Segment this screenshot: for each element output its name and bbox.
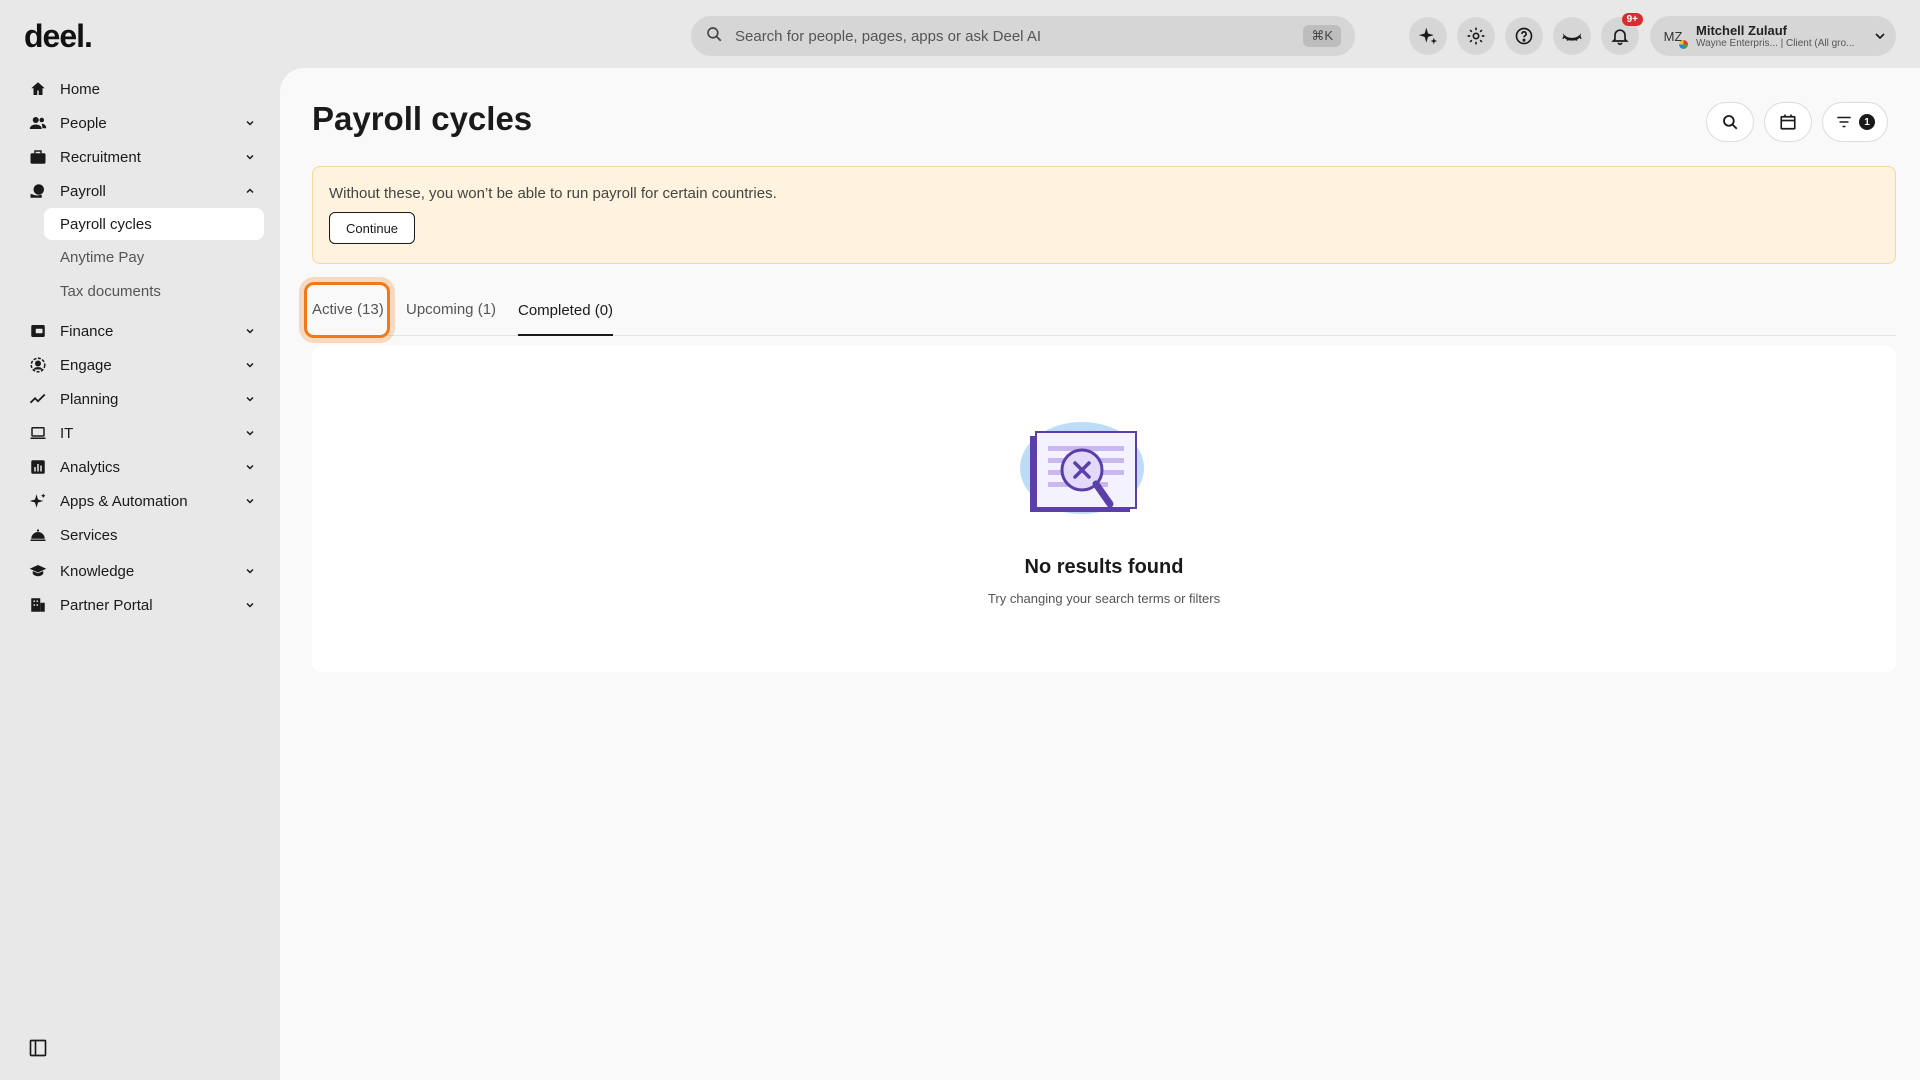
- people-icon: [28, 113, 48, 133]
- search-shortcut: ⌘K: [1303, 25, 1341, 47]
- banner-text: Without these, you won’t be able to run …: [329, 185, 777, 202]
- privacy-mode-button[interactable]: [1553, 17, 1591, 55]
- finance-icon: [28, 321, 48, 341]
- tab-completed[interactable]: Completed (0): [518, 286, 614, 336]
- calendar-icon: [1780, 114, 1796, 130]
- avatar: MZ: [1658, 21, 1688, 51]
- chevron-down-icon: [246, 396, 254, 402]
- filter-icon: [1837, 116, 1851, 128]
- cycle-tabs: Active (13) Upcoming (1) Completed (0): [304, 282, 1896, 338]
- bell-icon: [1611, 29, 1629, 46]
- analytics-icon: [28, 457, 48, 477]
- sidebar-item-finance[interactable]: Finance: [0, 314, 280, 348]
- sidebar-item-label: Partner Portal: [60, 596, 153, 614]
- sparkle-icon: [28, 491, 48, 511]
- sidebar-item-engage[interactable]: Engage: [0, 348, 280, 382]
- chevron-down-icon: [246, 498, 254, 504]
- no-results-illustration: [1018, 418, 1150, 533]
- sidebar-item-it[interactable]: IT: [0, 416, 280, 450]
- sidebar-item-analytics[interactable]: Analytics: [0, 450, 280, 484]
- planning-icon: [28, 389, 48, 409]
- help-icon: [1515, 27, 1533, 45]
- sidebar-item-label: IT: [60, 424, 74, 442]
- search-placeholder[interactable]: Search for people, pages, apps or ask De…: [735, 28, 1303, 45]
- gear-icon: [1467, 27, 1485, 45]
- sidebar-item-label: Services: [60, 526, 118, 544]
- chevron-down-icon: [246, 602, 254, 608]
- sidebar-item-apps-automation[interactable]: Apps & Automation: [0, 484, 280, 518]
- filter-count-badge: 1: [1859, 114, 1875, 130]
- results-card: No results found Try changing your searc…: [312, 346, 1896, 672]
- sidebar-subitem-anytime-pay[interactable]: Anytime Pay: [44, 240, 264, 274]
- notifications-badge: 9+: [1621, 13, 1643, 26]
- sidebar-item-payroll[interactable]: Payroll: [0, 174, 280, 208]
- notifications-button[interactable]: 9+: [1601, 13, 1643, 55]
- home-icon: [28, 79, 48, 99]
- sidebar-item-partner-portal[interactable]: Partner Portal: [0, 588, 280, 622]
- sidebar-collapse-icon[interactable]: [28, 1038, 48, 1063]
- graduation-icon: [28, 561, 48, 581]
- sidebar-item-label: Home: [60, 80, 101, 98]
- page-title: Payroll cycles: [312, 100, 533, 137]
- tab-active[interactable]: Active (13): [304, 282, 390, 338]
- sidebar-item-label: Finance: [60, 322, 114, 340]
- chevron-down-icon: [246, 568, 254, 574]
- chevron-down-icon: [246, 362, 254, 368]
- chevron-down-icon: [246, 430, 254, 436]
- tab-upcoming[interactable]: Upcoming (1): [406, 286, 496, 332]
- sidebar-item-planning[interactable]: Planning: [0, 382, 280, 416]
- engage-icon: [28, 355, 48, 375]
- empty-state-subtitle: Try changing your search terms or filter…: [987, 591, 1221, 606]
- sidebar-subitem-tax-documents[interactable]: Tax documents: [44, 274, 264, 308]
- main-content: Payroll cycles 1 Without these, you won’…: [280, 68, 1920, 1080]
- help-button[interactable]: [1505, 17, 1543, 55]
- briefcase-icon: [28, 147, 48, 167]
- calendar-button[interactable]: [1764, 102, 1812, 142]
- payroll-icon: [28, 181, 48, 201]
- chevron-up-icon: [246, 188, 254, 194]
- sidebar-item-recruitment[interactable]: Recruitment: [0, 140, 280, 174]
- chevron-down-icon: [246, 120, 254, 126]
- user-menu[interactable]: MZ Mitchell Zulauf Wayne Enterpris... | …: [1650, 16, 1896, 56]
- user-name: Mitchell Zulauf: [1696, 23, 1787, 38]
- building-icon: [28, 595, 48, 615]
- sidebar-item-label: Recruitment: [60, 148, 141, 166]
- chevron-down-icon: [246, 464, 254, 470]
- sidebar-item-services[interactable]: Services: [0, 518, 280, 552]
- search-button[interactable]: [1706, 102, 1754, 142]
- sidebar-item-people[interactable]: People: [0, 106, 280, 140]
- sidebar: Home People Recruitment Payroll Payroll …: [0, 72, 280, 622]
- laptop-icon: [28, 423, 48, 443]
- deel-logo[interactable]: deel.: [24, 18, 93, 55]
- user-org: Wayne Enterpris... | Client (All gro...: [1696, 38, 1855, 49]
- continue-button[interactable]: Continue: [329, 212, 416, 244]
- search-icon: [705, 25, 723, 48]
- global-search[interactable]: Search for people, pages, apps or ask De…: [691, 16, 1355, 56]
- sparkle-icon: [1418, 27, 1438, 45]
- settings-button[interactable]: [1457, 17, 1495, 55]
- chevron-down-icon: [246, 154, 254, 160]
- eye-closed-icon: [1562, 33, 1582, 41]
- chevron-down-icon: [1875, 33, 1885, 40]
- sidebar-item-label: Knowledge: [60, 562, 135, 580]
- sidebar-item-label: Planning: [60, 390, 119, 408]
- chevron-down-icon: [246, 328, 254, 334]
- sidebar-item-label: Engage: [60, 356, 112, 374]
- sidebar-item-label: Apps & Automation: [60, 492, 188, 510]
- sidebar-item-home[interactable]: Home: [0, 72, 280, 106]
- sidebar-subitem-payroll-cycles[interactable]: Payroll cycles: [44, 208, 264, 240]
- sidebar-item-label: Analytics: [60, 458, 121, 476]
- search-icon: [1723, 115, 1738, 130]
- tab-focus-highlight: [304, 282, 390, 338]
- sidebar-item-label: People: [60, 114, 107, 132]
- sidebar-item-label: Payroll: [60, 182, 106, 200]
- ai-sparkle-button[interactable]: [1409, 17, 1447, 55]
- services-icon: [28, 525, 48, 545]
- empty-state-title: No results found: [1024, 556, 1184, 578]
- sidebar-item-knowledge[interactable]: Knowledge: [0, 554, 280, 588]
- filter-button[interactable]: 1: [1822, 102, 1888, 142]
- warning-banner: Without these, you won’t be able to run …: [312, 166, 1896, 264]
